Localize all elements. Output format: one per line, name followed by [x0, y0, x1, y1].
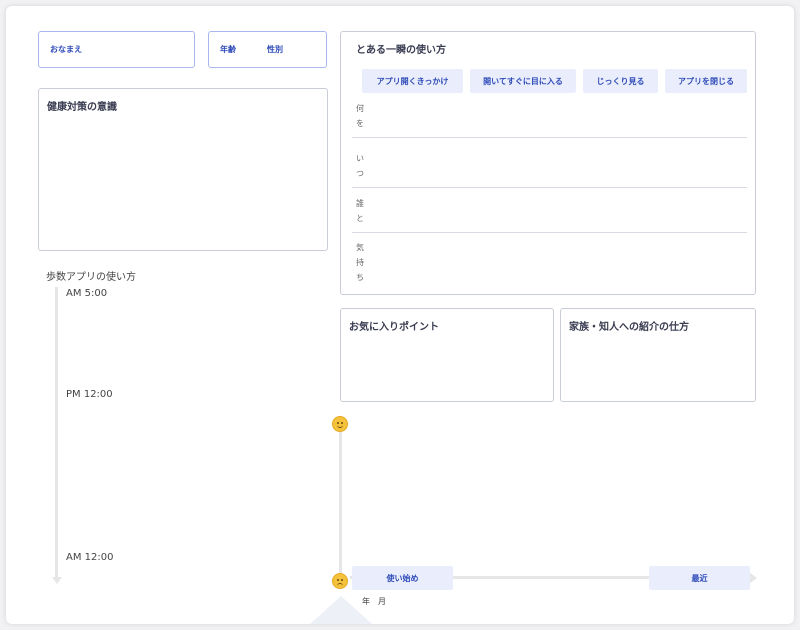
smile-emoji-icon: [332, 416, 348, 432]
health-awareness-title: 健康対策の意識: [47, 102, 117, 113]
row-divider: [352, 137, 747, 138]
row-label-when: いつ: [356, 154, 364, 178]
tab-careful-view[interactable]: じっくり見る: [583, 69, 658, 93]
row-label-with-whom: 誰と: [356, 199, 364, 223]
row-divider: [352, 232, 747, 233]
time-axis-line: [55, 287, 58, 577]
favorite-point-panel[interactable]: お気に入りポイント: [340, 308, 554, 402]
bottom-triangle-decoration: [310, 596, 372, 624]
name-label: おなまえ: [50, 45, 82, 54]
row-label-what: 何を: [356, 104, 364, 128]
referral-title: 家族・知人への紹介の仕方: [569, 322, 689, 333]
age-gender-field[interactable]: 年齢 性別: [208, 31, 327, 68]
recent-label-chip[interactable]: 最近: [649, 566, 750, 590]
time-label-pm12: PM 12:00: [66, 389, 113, 400]
referral-panel[interactable]: 家族・知人への紹介の仕方: [560, 308, 756, 402]
favorite-point-title: お気に入りポイント: [349, 322, 439, 333]
frown-emoji-icon: [332, 573, 348, 589]
time-label-am5: AM 5:00: [66, 288, 108, 299]
tab-first-glance[interactable]: 開いてすぐに目に入る: [470, 69, 576, 93]
period-axis-arrow-icon: [749, 572, 757, 584]
health-awareness-panel[interactable]: 健康対策の意識: [38, 88, 328, 251]
tab-close-app[interactable]: アプリを閉じる: [665, 69, 747, 93]
emotion-axis-line: [339, 432, 342, 578]
one-scene-title: とある一瞬の使い方: [356, 45, 446, 56]
time-label-am12: AM 12:00: [66, 552, 114, 563]
time-axis-arrow-icon: [52, 577, 62, 584]
gender-label: 性別: [267, 45, 283, 54]
name-field[interactable]: おなまえ: [38, 31, 195, 68]
row-label-feeling: 気持ち: [356, 243, 364, 282]
start-label-chip[interactable]: 使い始め: [352, 566, 453, 590]
row-divider: [352, 187, 747, 188]
step-app-title: 歩数アプリの使い方: [46, 272, 136, 283]
tab-app-open-trigger[interactable]: アプリ開くきっかけ: [362, 69, 463, 93]
age-label: 年齢: [220, 45, 236, 54]
